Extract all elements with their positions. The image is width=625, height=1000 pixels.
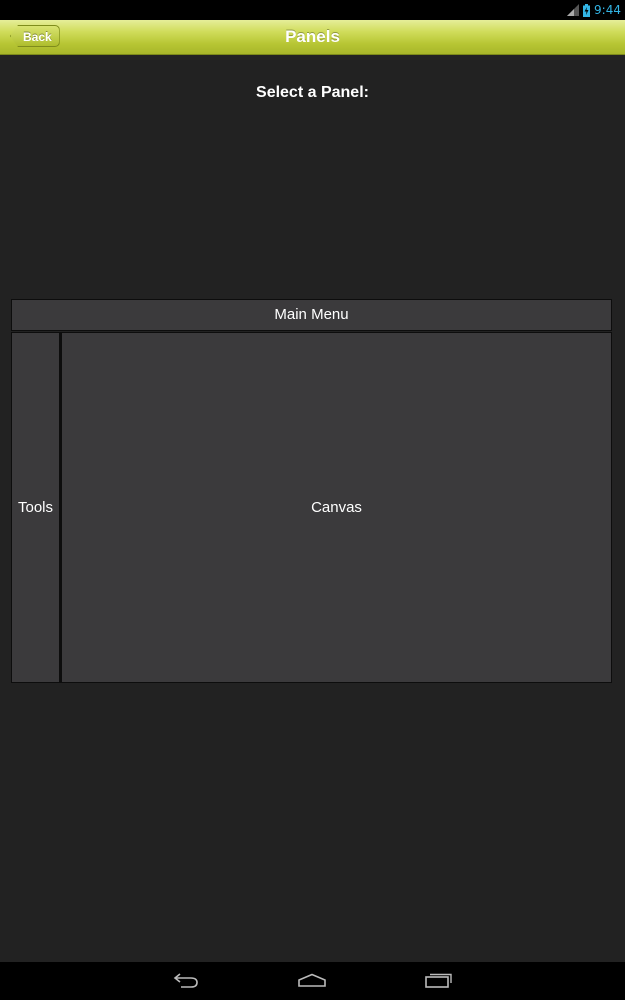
select-panel-prompt: Select a Panel: [256,84,369,101]
page-title: Panels [285,27,340,46]
battery-icon [583,3,591,17]
back-button[interactable]: Back [10,25,60,47]
panel-main-menu[interactable]: Main Menu [11,299,612,331]
nav-recent-apps-icon [424,972,454,993]
panel-tools[interactable]: Tools [11,332,60,683]
nav-back-button[interactable] [165,970,205,994]
status-bar: 9:44 [0,0,625,20]
nav-recent-apps-button[interactable] [419,970,459,994]
panel-canvas[interactable]: Canvas [60,332,612,683]
signal-icon [567,4,580,16]
status-time: 9:44 [594,3,621,17]
navigation-bar [0,962,625,1000]
nav-home-icon [297,973,327,992]
status-icons: 9:44 [567,2,621,18]
action-bar: Back Panels [0,20,625,55]
nav-back-icon [171,972,199,993]
screen: 9:44 Back Panels Select a Panel: Main Me… [0,0,625,1000]
nav-home-button[interactable] [292,970,332,994]
